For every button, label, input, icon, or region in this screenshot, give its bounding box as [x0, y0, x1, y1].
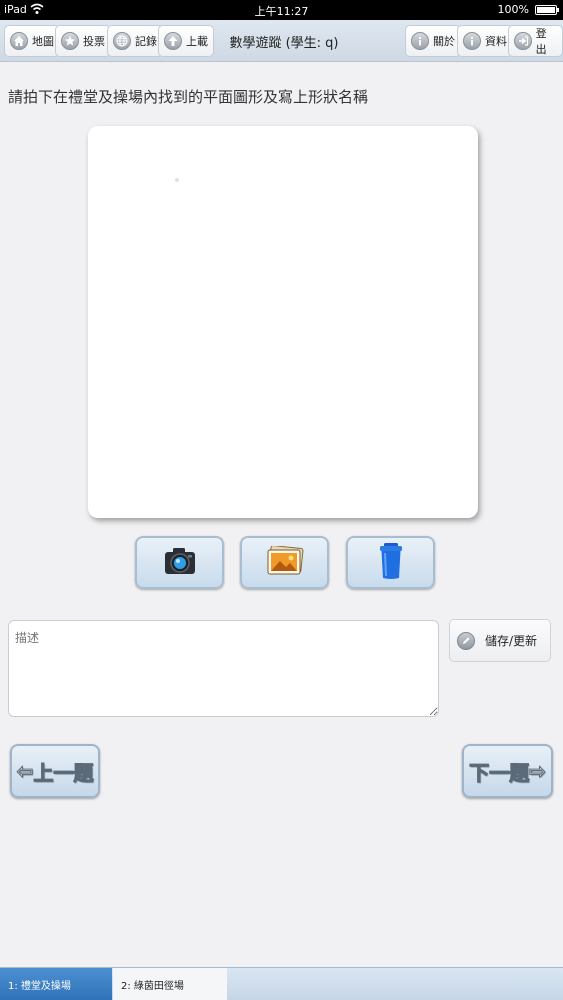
upload-icon — [164, 32, 182, 50]
globe-icon — [113, 32, 131, 50]
map-button[interactable]: 地圖 — [4, 25, 60, 57]
upload-button[interactable]: 上載 — [158, 25, 214, 57]
delete-button[interactable] — [346, 536, 435, 589]
save-update-label: 儲存/更新 — [485, 634, 538, 648]
toolbar: 地圖 投票 記錄 上載 數學遊蹤 (學生: q) 關於 資料 登出 — [0, 20, 563, 62]
info-button-label: 資料 — [485, 35, 507, 48]
photo-preview[interactable] — [88, 126, 478, 518]
photo-library-button[interactable] — [240, 536, 329, 589]
arrow-left-icon: ⇦ — [16, 759, 34, 784]
vote-button[interactable]: 投票 — [55, 25, 111, 57]
star-icon — [61, 32, 79, 50]
info-icon — [463, 32, 481, 50]
records-button-label: 記錄 — [135, 35, 157, 48]
tab-location-1-label: 1: 禮堂及操場 — [8, 981, 71, 992]
arrow-right-icon: ⇨ — [529, 759, 547, 784]
upload-button-label: 上載 — [186, 35, 208, 48]
previous-question-button[interactable]: ⇦ 上一題 — [10, 744, 100, 798]
tab-location-1[interactable]: 1: 禮堂及操場 — [0, 968, 112, 1000]
trash-icon — [378, 542, 404, 584]
home-icon — [10, 32, 28, 50]
camera-button[interactable] — [135, 536, 224, 589]
vote-button-label: 投票 — [83, 35, 105, 48]
next-question-label: 下一題 — [469, 760, 530, 785]
about-button[interactable]: 關於 — [405, 25, 461, 57]
camera-icon — [163, 546, 197, 580]
logout-icon — [514, 32, 532, 50]
map-button-label: 地圖 — [32, 35, 54, 48]
photo-icon — [266, 544, 304, 580]
battery-percentage: 100% — [497, 3, 529, 16]
save-update-button[interactable]: 儲存/更新 — [449, 619, 551, 662]
info-icon — [411, 32, 429, 50]
battery-icon — [535, 5, 559, 15]
next-question-button[interactable]: 下一題 ⇨ — [462, 744, 553, 798]
previous-question-label: 上一題 — [33, 760, 94, 785]
records-button[interactable]: 記錄 — [107, 25, 163, 57]
status-bar: iPad 上午11:27 100% — [0, 0, 563, 20]
logout-button[interactable]: 登出 — [508, 25, 563, 57]
about-button-label: 關於 — [433, 35, 455, 48]
pencil-icon — [457, 631, 475, 650]
tab-location-2[interactable]: 2: 綠茵田徑場 — [113, 968, 227, 1000]
page-title: 數學遊蹤 (學生: q) — [229, 36, 339, 51]
question-text: 請拍下在禮堂及操場內找到的平面圖形及寫上形狀名稱 — [8, 88, 369, 106]
logout-button-label: 登出 — [535, 27, 547, 56]
description-field[interactable] — [8, 620, 439, 717]
tab-location-2-label: 2: 綠茵田徑場 — [121, 981, 184, 992]
photo-placeholder-mark — [175, 178, 179, 182]
clock: 上午11:27 — [254, 5, 309, 18]
location-tab-bar: 1: 禮堂及操場 2: 綠茵田徑場 — [0, 967, 563, 1000]
info-button[interactable]: 資料 — [457, 25, 513, 57]
